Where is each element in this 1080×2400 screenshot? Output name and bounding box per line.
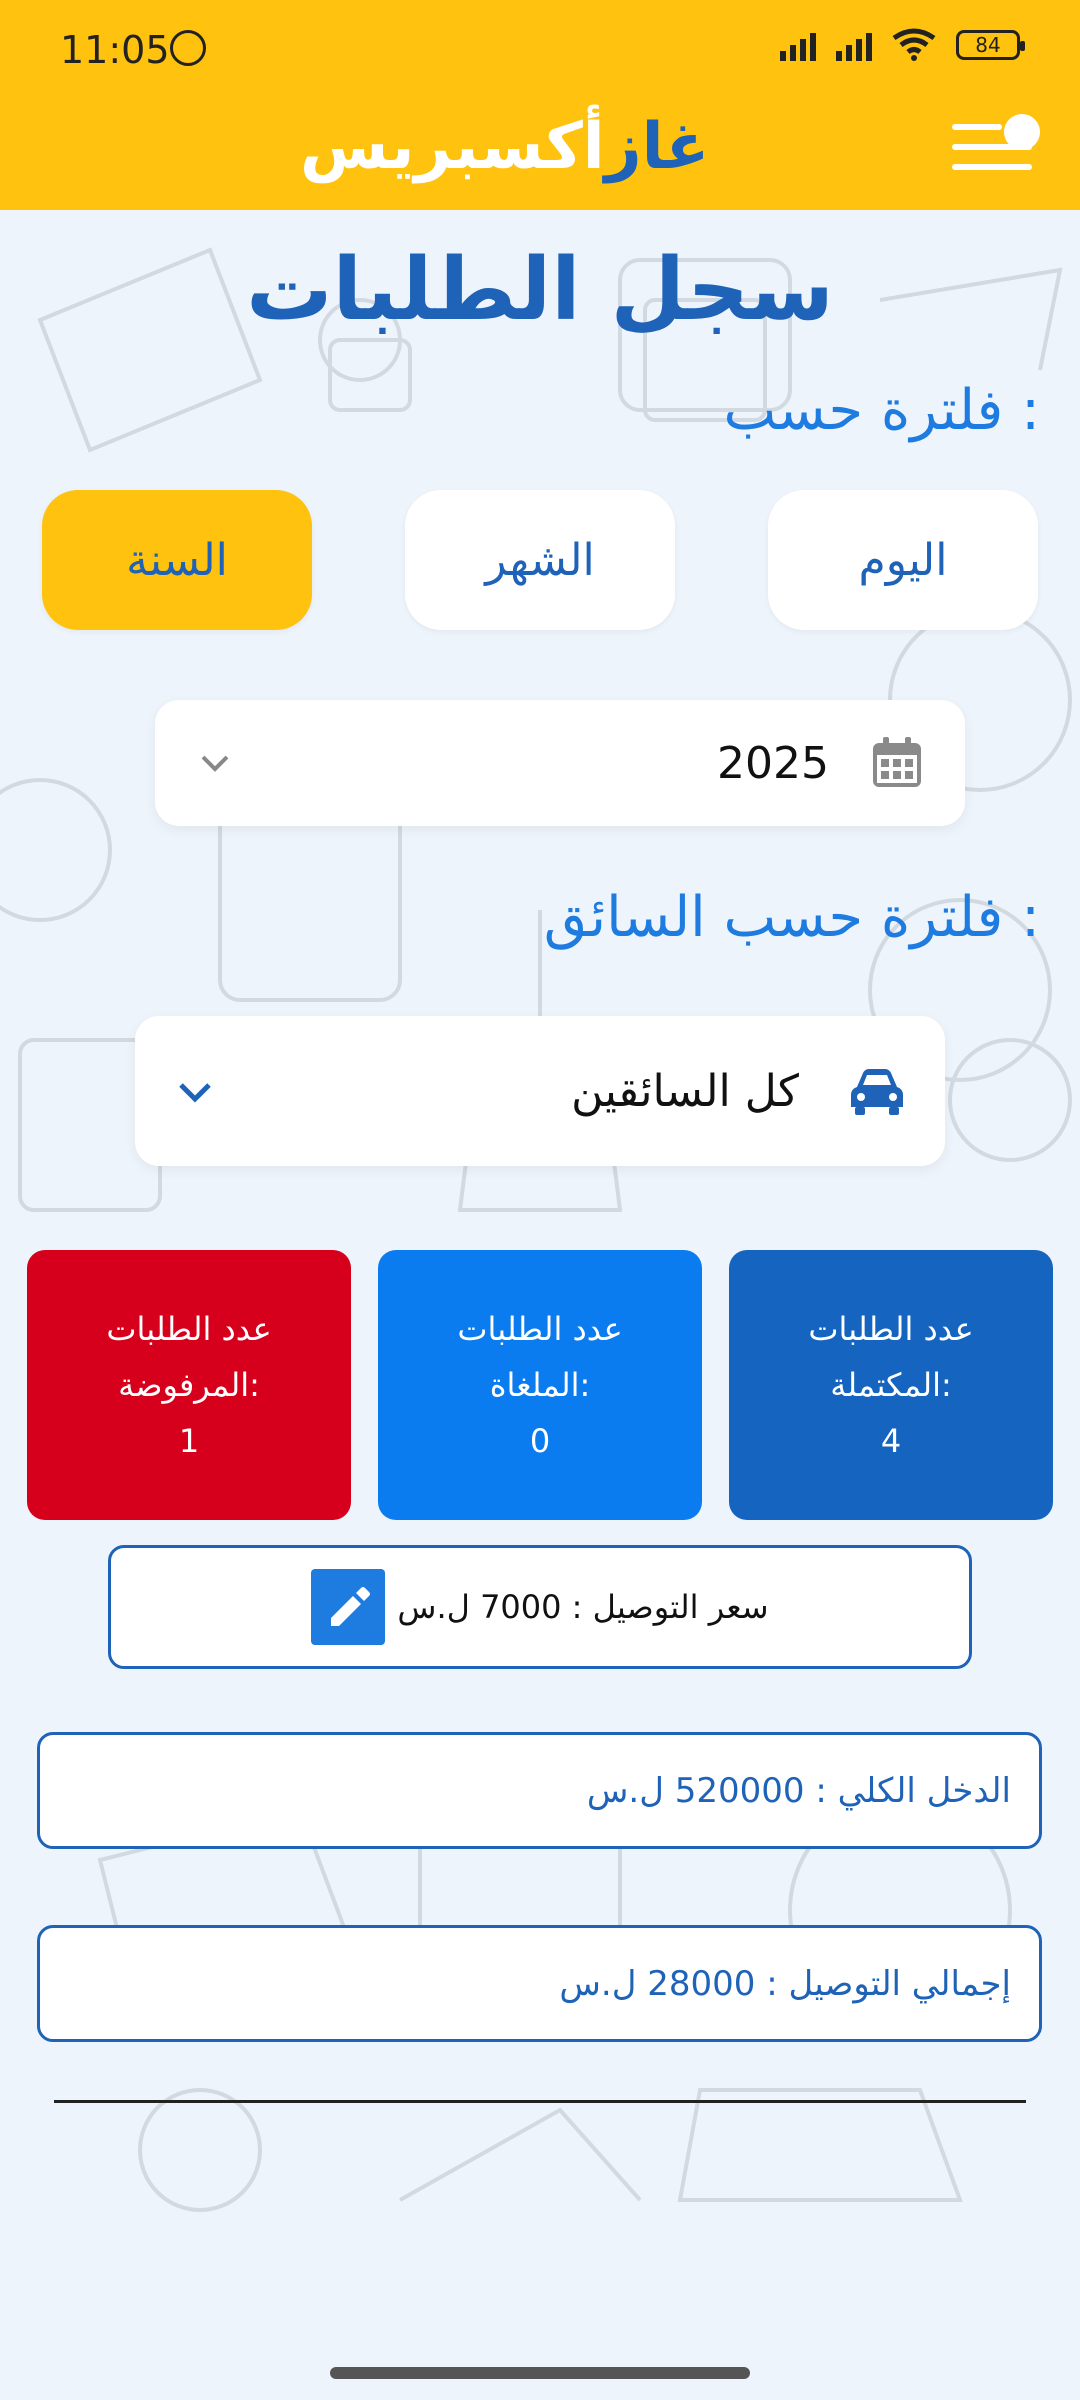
year-dropdown[interactable]: 2025 [155,700,965,826]
notification-icon [170,30,206,66]
menu-icon[interactable] [952,110,1042,180]
app-header: 11:05 84 غازأكسبريس [0,0,1080,210]
stat-rejected-line1: عدد الطلبات [106,1310,272,1348]
stat-cancelled-line2: الملغاة: [489,1366,591,1404]
stat-completed-line2: المكتملة: [830,1366,952,1404]
delivery-price-text: سعر التوصيل : 7000 ل.س [397,1588,769,1626]
total-income-text: الدخل الكلي : 520000 ل.س [586,1770,1011,1811]
stat-completed-line1: عدد الطلبات [808,1310,974,1348]
page-title: سجل الطلبات [246,240,834,340]
filter-month-button[interactable]: الشهر [405,490,675,630]
brand-logo: غازأكسبريس [300,110,709,184]
home-indicator[interactable] [330,2367,750,2379]
stat-cancelled-line1: عدد الطلبات [457,1310,623,1348]
chevron-down-icon [201,755,229,772]
battery-icon: 84 [956,30,1025,60]
total-delivery-text: إجمالي التوصيل : 28000 ل.س [559,1963,1011,2004]
wifi-icon [892,28,936,61]
stat-rejected-line2: المرفوضة: [118,1366,260,1404]
edit-delivery-price-button[interactable] [311,1569,386,1645]
total-delivery-box: إجمالي التوصيل : 28000 ل.س [37,1925,1042,2042]
calendar-icon [873,737,921,787]
filter-year-button[interactable]: السنة [42,490,312,630]
stat-completed-value: 4 [880,1422,902,1460]
driver-dropdown[interactable]: كل السائقين [135,1016,945,1166]
signal-icon [780,29,816,61]
brand-part2: أكسبريس [300,110,605,184]
total-income-box: الدخل الكلي : 520000 ل.س [37,1732,1042,1849]
stat-completed-card: عدد الطلبات المكتملة: 4 [729,1250,1053,1520]
stat-cancelled-card: عدد الطلبات الملغاة: 0 [378,1250,702,1520]
stat-cancelled-value: 0 [529,1422,551,1460]
filter-day-button[interactable]: اليوم [768,490,1038,630]
status-icons: 84 [780,28,1025,62]
stat-rejected-card: عدد الطلبات المرفوضة: 1 [27,1250,351,1520]
stat-rejected-value: 1 [178,1422,200,1460]
driver-value: كل السائقين [571,1065,799,1117]
status-time: 11:05 [60,28,170,72]
delivery-price-box: سعر التوصيل : 7000 ل.س [108,1545,972,1669]
filter-label: فلترة حسب : [723,378,1040,443]
pencil-icon [331,1587,371,1626]
year-value: 2025 [717,737,829,789]
brand-part1: غاز [604,110,710,184]
divider [54,2100,1026,2103]
signal-icon-2 [836,29,872,61]
car-icon [851,1069,903,1115]
chevron-down-icon [179,1083,211,1103]
driver-filter-label: فلترة حسب السائق : [543,885,1040,950]
